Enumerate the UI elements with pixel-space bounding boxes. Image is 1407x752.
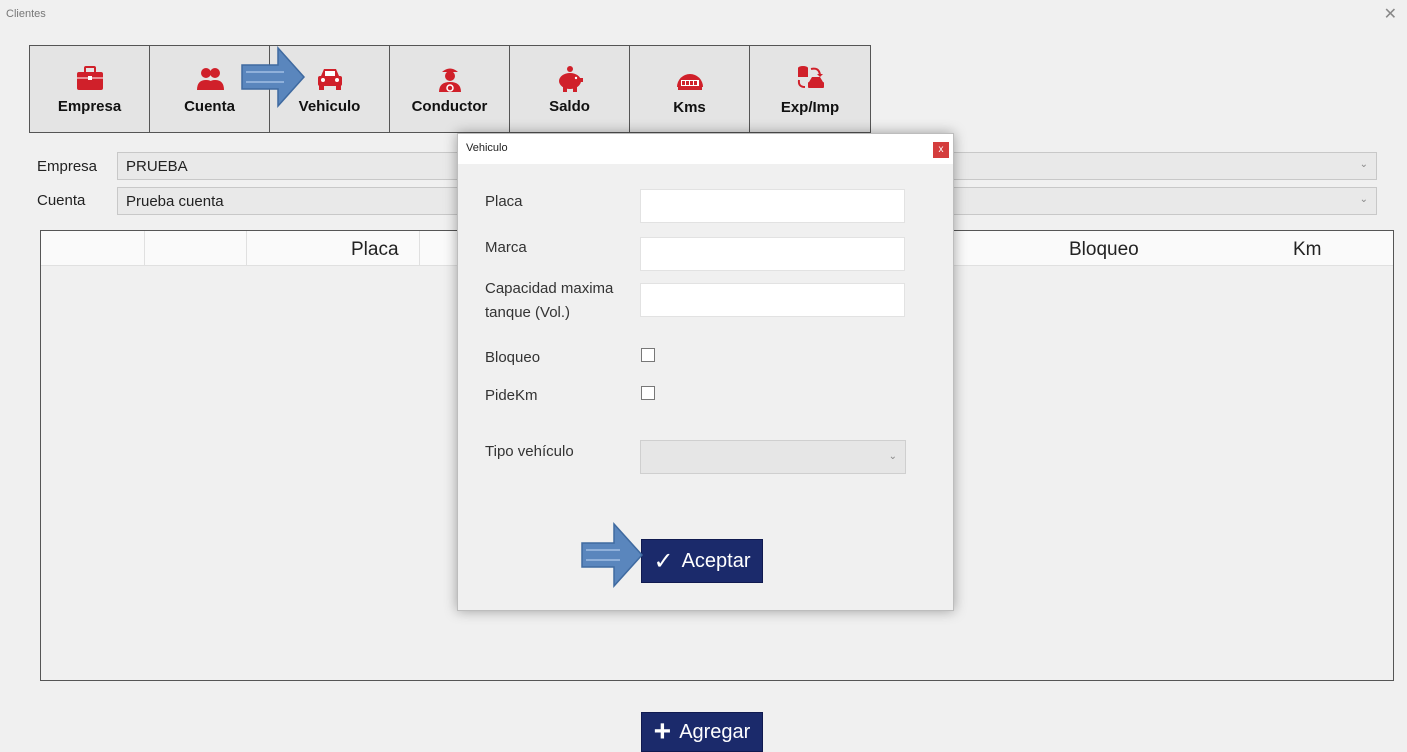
column-header-placa[interactable]: Placa: [351, 239, 399, 261]
toolbar-label: Conductor: [411, 97, 488, 115]
capacidad-label-line1: Capacidad maxima: [485, 280, 614, 297]
column-header-km[interactable]: Km: [1293, 239, 1322, 261]
marca-label: Marca: [485, 239, 527, 256]
empresa-row: Empresa: [37, 152, 117, 180]
placa-label: Placa: [485, 193, 523, 210]
driver-icon: [438, 68, 461, 92]
column-header-bloqueo[interactable]: Bloqueo: [1069, 239, 1139, 261]
briefcase-icon: [76, 65, 103, 90]
checkmark-icon: ✓: [653, 547, 674, 575]
toolbar-button-conductor[interactable]: Conductor: [390, 46, 510, 132]
toolbar-button-empresa[interactable]: Empresa: [30, 46, 150, 132]
aceptar-button[interactable]: ✓ Aceptar: [641, 539, 763, 583]
toolbar: Empresa Cuenta Vehiculo Conductor Saldo …: [29, 45, 871, 133]
tipo-vehiculo-select[interactable]: ⌄: [640, 440, 906, 474]
column-divider: [246, 231, 247, 265]
bloqueo-checkbox[interactable]: [641, 348, 655, 362]
toolbar-button-kms[interactable]: Kms: [630, 46, 750, 132]
toolbar-label: Saldo: [549, 97, 590, 115]
dialog-titlebar: Vehiculo x: [458, 134, 953, 164]
toolbar-label: Cuenta: [184, 97, 235, 115]
export-import-icon: [797, 65, 824, 88]
cuenta-label: Cuenta: [37, 191, 86, 209]
piggy-bank-icon: [558, 65, 583, 92]
toolbar-button-exp-imp[interactable]: Exp/Imp: [750, 46, 870, 132]
capacidad-input[interactable]: [640, 283, 905, 317]
dialog-close-button[interactable]: x: [933, 142, 949, 158]
users-icon: [196, 67, 224, 90]
dialog-title: Vehiculo: [466, 142, 508, 154]
tutorial-arrow-icon: [241, 46, 306, 108]
chevron-down-icon: ⌄: [1359, 194, 1368, 205]
window-title: Clientes: [6, 8, 46, 20]
pidekm-label: PideKm: [485, 387, 538, 404]
plus-icon: +: [653, 715, 672, 748]
cuenta-row: Cuenta: [37, 186, 117, 214]
toolbar-label: Exp/Imp: [780, 98, 840, 116]
toolbar-button-saldo[interactable]: Saldo: [510, 46, 630, 132]
capacidad-label-line2: tanque (Vol.): [485, 304, 571, 321]
empresa-label: Empresa: [37, 157, 98, 175]
chevron-down-icon: ⌄: [888, 451, 897, 462]
column-divider: [419, 231, 420, 265]
chevron-down-icon: ⌄: [1359, 159, 1368, 170]
car-icon: [317, 68, 342, 90]
add-button-label: Agregar: [679, 720, 751, 743]
cuenta-value: Prueba cuenta: [126, 193, 224, 210]
odometer-icon: [676, 73, 703, 90]
tipo-vehiculo-label: Tipo vehículo: [485, 443, 574, 460]
window-close-button[interactable]: ✕: [1384, 4, 1397, 24]
column-divider: [144, 231, 145, 265]
add-button[interactable]: + Agregar: [641, 712, 763, 752]
aceptar-button-label: Aceptar: [681, 549, 751, 572]
placa-input[interactable]: [640, 189, 905, 223]
tutorial-arrow-icon: [581, 522, 644, 588]
bloqueo-label: Bloqueo: [485, 349, 541, 366]
vehiculo-dialog: Vehiculo x Placa Marca Capacidad maxima …: [457, 133, 954, 611]
pidekm-checkbox[interactable]: [641, 386, 655, 400]
marca-input[interactable]: [640, 237, 905, 271]
empresa-value: PRUEBA: [126, 158, 188, 175]
toolbar-label: Empresa: [57, 97, 122, 115]
toolbar-label: Kms: [673, 98, 706, 116]
toolbar-label: Vehiculo: [298, 97, 361, 115]
